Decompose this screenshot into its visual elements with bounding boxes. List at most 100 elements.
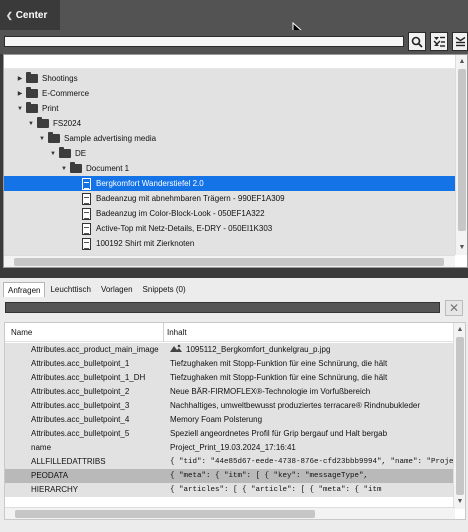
- tree-item-label: Badeanzug mit abnehmbaren Trägern - 990E…: [96, 194, 285, 203]
- chevron-left-icon[interactable]: ❮: [6, 11, 13, 20]
- tree-folder-item[interactable]: ▶ E-Commerce: [4, 86, 455, 101]
- bottom-panel: Anfragen Leuchttisch Vorlagen Snippets (…: [0, 278, 468, 532]
- scroll-up-arrow-icon[interactable]: ▲: [454, 325, 465, 335]
- expand-down-icon[interactable]: ▼: [60, 166, 68, 172]
- expand-down-icon[interactable]: ▼: [16, 106, 24, 112]
- cell-value-text: Neue BÄR-FIRMOFLEX®-Technologie im Vorfu…: [170, 387, 371, 396]
- tree-hscroll-thumb[interactable]: [14, 258, 444, 266]
- tree-header: [4, 55, 455, 69]
- panel-toolbar: [0, 30, 468, 54]
- folder-icon: [26, 102, 38, 113]
- tree-document-item[interactable]: Bergkomfort Wanderstiefel 2.0: [4, 176, 455, 191]
- table-hscroll-thumb[interactable]: [15, 510, 315, 518]
- cell-value-text: { "articles": [ { "article": [ { "meta":…: [170, 486, 382, 494]
- panel-menu-button[interactable]: [452, 32, 468, 51]
- scroll-down-arrow-icon[interactable]: ▼: [456, 243, 467, 253]
- tree-document-item[interactable]: 100192 Shirt mit Zierknoten: [4, 236, 455, 251]
- expand-down-icon[interactable]: ▼: [49, 151, 57, 157]
- folder-icon: [48, 132, 60, 143]
- clear-filter-button[interactable]: ✕: [445, 300, 463, 316]
- table-row[interactable]: Attributes.acc_bulletpoint_5 Speziell ang…: [5, 427, 455, 441]
- cell-value: Tiefzughaken mit Stopp-Funktion für eine…: [167, 371, 455, 385]
- tree-folder-item[interactable]: ▶ Shootings: [4, 71, 455, 86]
- document-icon: [82, 237, 91, 250]
- tree-folder-item[interactable]: ▼ Sample advertising media: [4, 131, 455, 146]
- document-icon: [82, 192, 91, 205]
- tab-leuchttisch[interactable]: Leuchttisch: [45, 282, 95, 297]
- tree-vertical-scrollbar[interactable]: ▲ ▼: [455, 55, 467, 255]
- cell-name: ALLFILLEDATTRIBS: [31, 457, 106, 466]
- table-row[interactable]: Attributes.acc_bulletpoint_3 Nachhaltiges…: [5, 399, 455, 413]
- folder-tree-panel: ▶ Shootings ▶ E-Commerce ▼ Print ▼ FS2024 ▼ Sampl…: [3, 54, 468, 268]
- table-row[interactable]: ALLFILLEDATTRIBS { "tid": "44e85d67-eede-…: [5, 455, 455, 469]
- document-icon: [82, 207, 91, 220]
- document-icon: [82, 177, 91, 190]
- table-row[interactable]: Attributes.acc_bulletpoint_4 Memory Foam …: [5, 413, 455, 427]
- cell-name: Attributes.acc_product_main_image: [31, 345, 159, 354]
- cell-value: 1095112_Bergkomfort_dunkelgrau_p.jpg: [167, 343, 455, 357]
- tab-bar: Anfragen Leuchttisch Vorlagen Snippets (…: [3, 282, 191, 297]
- table-vertical-scrollbar[interactable]: ▲ ▼: [453, 323, 465, 509]
- cell-name: name: [31, 443, 52, 452]
- table-row[interactable]: name Project_Print_19.03.2024_17:16:41: [5, 441, 455, 455]
- panel-titlebar: ❮ Center: [0, 0, 468, 30]
- table-row[interactable]: Attributes.acc_product_main_image 1095112…: [5, 343, 455, 357]
- scroll-up-arrow-icon[interactable]: ▲: [456, 57, 467, 67]
- panel-tab-center[interactable]: ❮ Center: [0, 0, 60, 30]
- tree-item-label: Badeanzug im Color-Block-Look - 050EF1A3…: [96, 209, 265, 218]
- tree-document-item[interactable]: Active-Top mit Netz-Details, E-DRY - 050…: [4, 221, 455, 236]
- folder-icon: [26, 72, 38, 83]
- tree-folder-item[interactable]: ▼ Print: [4, 101, 455, 116]
- tree-horizontal-scrollbar[interactable]: [4, 255, 455, 267]
- table-row[interactable]: Attributes.acc_bulletpoint_2 Neue BÄR-FIR…: [5, 385, 455, 399]
- filter-input[interactable]: [5, 302, 440, 313]
- table-horizontal-scrollbar[interactable]: [5, 507, 455, 519]
- panel-splitter[interactable]: [0, 268, 468, 278]
- table-row[interactable]: PEODATA { "meta": { "itm": [ { "key": "me…: [5, 469, 455, 483]
- cell-value-text: Memory Foam Polsterung: [170, 415, 263, 424]
- scroll-down-arrow-icon[interactable]: ▼: [454, 497, 465, 507]
- filter-button[interactable]: [430, 32, 448, 51]
- folder-icon: [59, 147, 71, 158]
- filter-row: ✕: [0, 298, 468, 318]
- table-row[interactable]: Attributes.acc_bulletpoint_1_DH Tiefzugha…: [5, 371, 455, 385]
- cell-value: { "articles": [ { "article": [ { "meta":…: [167, 483, 455, 497]
- cell-name: HIERARCHY: [31, 485, 79, 494]
- column-header-inhalt[interactable]: Inhalt: [163, 323, 187, 342]
- tree-item-label: Print: [42, 104, 59, 113]
- tree-folder-item[interactable]: ▼ DE: [4, 146, 455, 161]
- search-icon: [411, 36, 423, 48]
- table-scroll-thumb[interactable]: [456, 337, 464, 495]
- tab-snippets[interactable]: Snippets (0): [138, 282, 191, 297]
- expand-down-icon[interactable]: ▼: [27, 121, 35, 127]
- expand-right-icon[interactable]: ▶: [16, 90, 24, 97]
- column-header-name[interactable]: Name: [11, 323, 32, 342]
- search-input[interactable]: [4, 36, 404, 47]
- cell-value: Nachhaltiges, umweltbewusst produziertes…: [167, 399, 455, 413]
- expand-right-icon[interactable]: ▶: [16, 75, 24, 82]
- close-icon: ✕: [448, 301, 460, 315]
- tree-document-item[interactable]: Badeanzug mit abnehmbaren Trägern - 990E…: [4, 191, 455, 206]
- tree-scroll-thumb[interactable]: [458, 69, 466, 231]
- tab-vorlagen[interactable]: Vorlagen: [96, 282, 138, 297]
- table-row[interactable]: Attributes.acc_bulletpoint_1 Tiefzughaken…: [5, 357, 455, 371]
- cell-value: { "tid": "44e85d67-eede-4738-876e-cfd23b…: [167, 455, 455, 469]
- tree-item-label: E-Commerce: [42, 89, 90, 98]
- tab-anfragen[interactable]: Anfragen: [3, 282, 46, 297]
- cell-value-text: 1095112_Bergkomfort_dunkelgrau_p.jpg: [186, 345, 331, 354]
- tree-document-item[interactable]: Badeanzug im Color-Block-Look - 050EF1A3…: [4, 206, 455, 221]
- cell-value: Neue BÄR-FIRMOFLEX®-Technologie im Vorfu…: [167, 385, 455, 399]
- tree-folder-item[interactable]: ▼ Document 1: [4, 161, 455, 176]
- expand-down-icon[interactable]: ▼: [38, 136, 46, 142]
- folder-icon: [26, 87, 38, 98]
- cell-value-text: Tiefzughaken mit Stopp-Funktion für eine…: [170, 373, 388, 382]
- tree-folder-item[interactable]: ▼ FS2024: [4, 116, 455, 131]
- properties-table: Name Inhalt Attributes.acc_product_main_…: [4, 322, 466, 520]
- cell-value-text: { "tid": "44e85d67-eede-4738-876e-cfd23b…: [170, 458, 455, 466]
- search-button[interactable]: [408, 32, 426, 51]
- tree-item-label: FS2024: [53, 119, 82, 128]
- cell-value-text: Speziell angeordnetes Profil für Grip be…: [170, 429, 388, 438]
- cell-name: PEODATA: [31, 471, 69, 480]
- table-row[interactable]: HIERARCHY { "articles": [ { "article": [ …: [5, 483, 455, 497]
- cell-name: Attributes.acc_bulletpoint_1_DH: [31, 373, 146, 382]
